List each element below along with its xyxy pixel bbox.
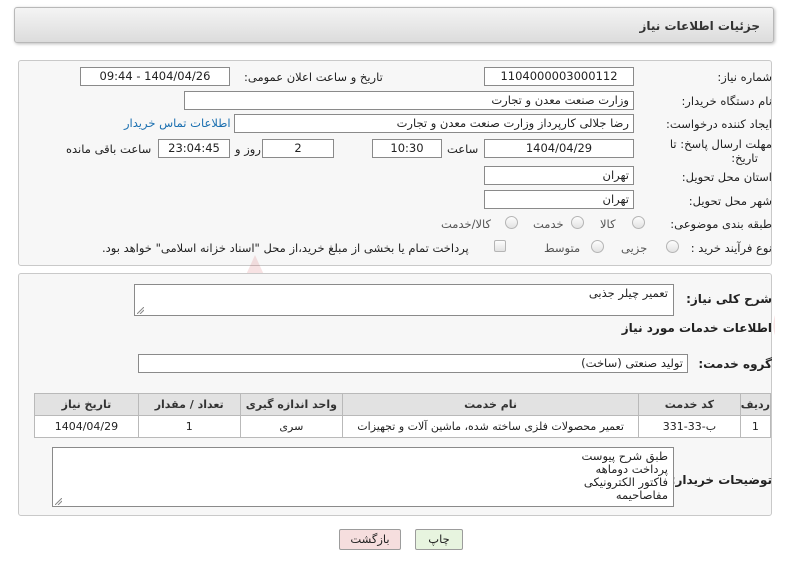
buyer-org-label: نام دستگاه خریدار:	[681, 94, 772, 108]
category-goods-label: کالا	[600, 217, 616, 231]
services-table: ردیف کد خدمت نام خدمت واحد اندازه گیری ت…	[34, 393, 772, 438]
back-button[interactable]: بازگشت	[339, 529, 401, 550]
page-title: جزئیات اطلاعات نیاز	[639, 19, 760, 33]
days-label: روز و	[235, 142, 261, 156]
description-label: شرح کلی نیاز:	[686, 292, 772, 306]
announce-field: 1404/04/26 - 09:44	[80, 67, 230, 86]
col-service-code: کد خدمت	[638, 393, 741, 416]
deadline-date-field: 1404/04/29	[484, 139, 634, 158]
city-label: شهر محل تحویل:	[688, 194, 772, 208]
service-group-field: تولید صنعتی (ساخت)	[138, 354, 688, 373]
description-textarea[interactable]: تعمیر چیلر جذبی	[134, 284, 674, 316]
buyer-note-line: مفاصاحیمه	[615, 488, 668, 502]
purchase-type-label: نوع فرآیند خرید :	[690, 241, 772, 255]
need-number-label: شماره نیاز:	[717, 70, 772, 84]
print-button[interactable]: چاپ	[415, 529, 463, 550]
table-row: 1 ب-33-331 تعمیر محصولات فلزی ساخته شده،…	[34, 415, 772, 438]
buyer-org-field: وزارت صنعت معدن و تجارت	[184, 91, 634, 110]
category-goods-radio[interactable]	[632, 216, 645, 229]
description-text: تعمیر چیلر جذبی	[588, 286, 668, 300]
remaining-time-field: 23:04:45	[158, 139, 230, 158]
category-service-radio[interactable]	[571, 216, 584, 229]
creator-label: ایجاد کننده درخواست:	[666, 117, 772, 131]
buyer-note-line: پرداخت دوماهه	[595, 462, 669, 476]
remaining-time-label: ساعت باقی مانده	[66, 142, 152, 156]
category-goods-service-label: کالا/خدمت	[441, 217, 492, 231]
col-service-name: نام خدمت	[342, 393, 640, 416]
col-quantity: تعداد / مقدار	[137, 393, 241, 416]
category-label: طبقه بندی موضوعی:	[670, 217, 772, 231]
city-field: تهران	[484, 190, 634, 209]
category-goods-service-radio[interactable]	[505, 216, 518, 229]
table-header-row: ردیف کد خدمت نام خدمت واحد اندازه گیری ت…	[34, 393, 772, 416]
deadline-time-label: ساعت	[447, 142, 479, 156]
days-remaining-field: 2	[262, 139, 334, 158]
treasury-payment-checkbox[interactable]	[494, 240, 506, 252]
cell-need-date: 1404/04/29	[34, 415, 139, 438]
col-need-date: تاریخ نیاز	[34, 393, 139, 416]
resize-handle-icon	[137, 307, 144, 314]
buyer-note-line: طبق شرح پیوست	[581, 449, 668, 463]
deadline-label: مهلت ارسال پاسخ: تا	[669, 137, 772, 151]
cell-unit: سری	[239, 415, 344, 438]
buyer-contact-link[interactable]: اطلاعات تماس خریدار	[124, 116, 231, 130]
announce-label: تاریخ و ساعت اعلان عمومی:	[244, 70, 383, 84]
category-service-label: خدمت	[533, 217, 564, 231]
services-section-title: اطلاعات خدمات مورد نیاز	[621, 321, 772, 335]
col-row-number: ردیف	[739, 393, 772, 416]
service-group-label: گروه خدمت:	[698, 357, 772, 371]
cell-service-name: تعمیر محصولات فلزی ساخته شده، ماشین آلات…	[342, 415, 640, 438]
col-unit: واحد اندازه گیری	[239, 393, 344, 416]
cell-row-number: 1	[739, 415, 772, 438]
buyer-notes-textarea[interactable]: طبق شرح پیوست پرداخت دوماهه فاکتور الکتر…	[52, 447, 674, 507]
treasury-payment-note: پرداخت تمام یا بخشی از مبلغ خرید،از محل …	[102, 241, 469, 255]
cell-service-code: ب-33-331	[638, 415, 741, 438]
cell-quantity: 1	[137, 415, 241, 438]
resize-handle-icon	[55, 498, 62, 505]
need-number-field: 1104000003000112	[484, 67, 634, 86]
province-label: استان محل تحویل:	[681, 170, 772, 184]
province-field: تهران	[484, 166, 634, 185]
creator-field: رضا جلالی کارپرداز وزارت صنعت معدن و تجا…	[234, 114, 634, 133]
buyer-notes-label: توضیحات خریدار:	[670, 473, 772, 487]
purchase-medium-label: متوسط	[544, 241, 581, 255]
deadline-time-field: 10:30	[372, 139, 442, 158]
buyer-note-line: فاکتور الکترونیکی	[583, 475, 668, 489]
purchase-minor-label: جزیی	[621, 241, 648, 255]
purchase-minor-radio[interactable]	[666, 240, 679, 253]
deadline-label-date: تاریخ:	[731, 151, 758, 165]
purchase-medium-radio[interactable]	[591, 240, 604, 253]
